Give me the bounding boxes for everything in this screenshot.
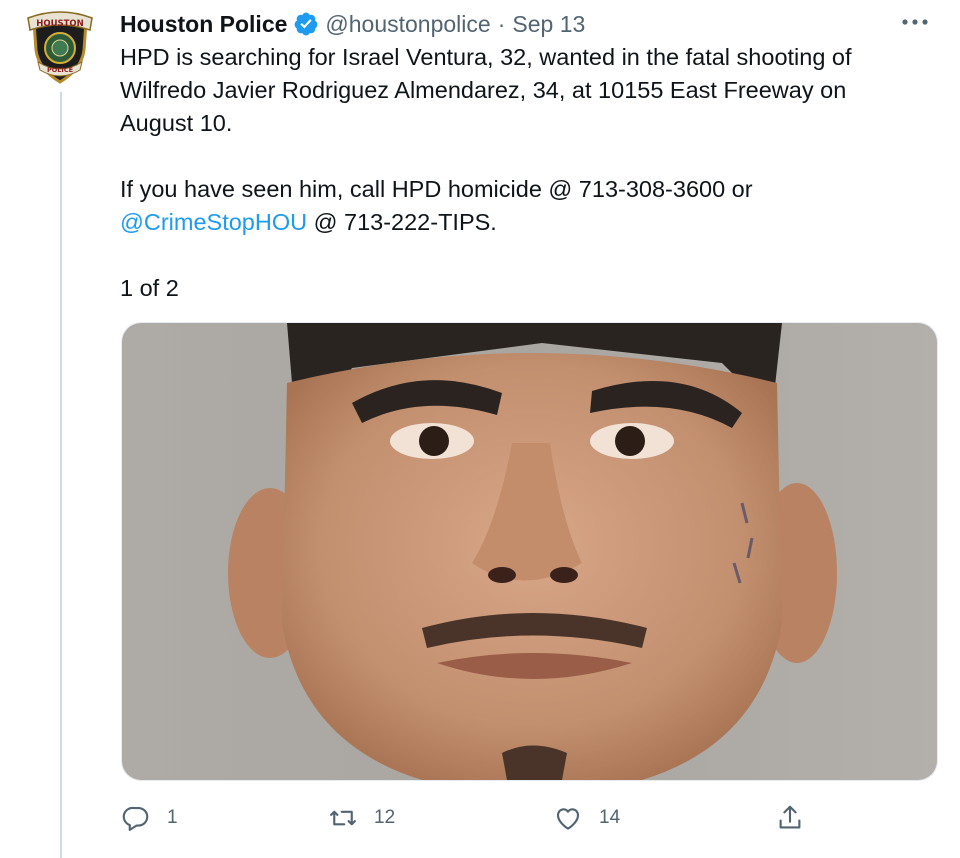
mention-link[interactable]: @CrimeStopHOU [120, 209, 307, 235]
thread-connector-line [60, 92, 62, 858]
tweet-text-line: @CrimeStopHOU @ 713-222-TIPS. [120, 206, 920, 239]
mugshot-image [122, 323, 937, 780]
tweet-header: Houston Police @houstonpolice · Sep 13 [120, 4, 585, 44]
separator-dot: · [497, 10, 506, 37]
tweet-text-line: August 10. [120, 110, 233, 136]
heart-icon [556, 808, 580, 830]
retweet-count: 12 [374, 807, 396, 828]
verified-badge-icon [293, 11, 319, 37]
tweet-text-line: HPD is searching for Israel Ventura, 32,… [120, 44, 852, 70]
like-count: 14 [599, 807, 621, 828]
tweet-text-fragment: @ 713-222-TIPS. [307, 209, 497, 235]
like-button[interactable]: 14 [553, 796, 620, 840]
reply-count: 1 [167, 807, 178, 828]
tweet-text-line: Wilfredo Javier Rodriguez Almendarez, 34… [120, 77, 847, 103]
share-button[interactable] [775, 796, 821, 840]
user-handle[interactable]: @houstonpolice [325, 11, 490, 38]
retweet-button[interactable]: 12 [328, 796, 395, 840]
more-options-icon[interactable] [895, 10, 935, 34]
houston-police-badge-icon: HOUSTON POLICE [20, 6, 100, 86]
tweet-actions: 1 12 14 [0, 796, 960, 840]
thread-counter: 1 of 2 [120, 275, 179, 301]
display-name[interactable]: Houston Police [120, 11, 287, 38]
reply-icon [122, 806, 149, 831]
share-icon [779, 805, 801, 829]
badge-bottom-text: POLICE [47, 66, 73, 74]
tweet-photo[interactable] [121, 322, 938, 781]
tweet-text-line: If you have seen him, call HPD homicide … [120, 176, 753, 202]
avatar[interactable]: HOUSTON POLICE [20, 6, 100, 86]
retweet-icon [330, 810, 356, 826]
tweet-date[interactable]: Sep 13 [512, 11, 585, 38]
tweet-body: HPD is searching for Israel Ventura, 32,… [120, 41, 920, 305]
badge-top-text: HOUSTON [36, 19, 84, 29]
reply-button[interactable]: 1 [121, 796, 178, 840]
